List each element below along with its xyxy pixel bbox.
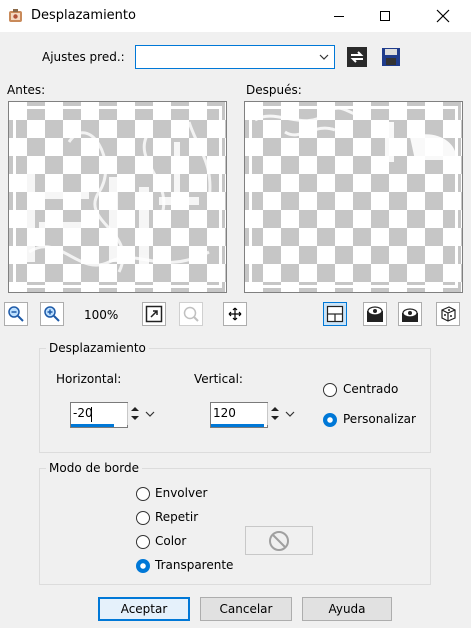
- fit-window-button[interactable]: [142, 302, 166, 326]
- vertical-spinner[interactable]: [267, 403, 282, 425]
- repeat-radio[interactable]: [136, 511, 150, 525]
- vertical-label: Vertical:: [194, 372, 243, 386]
- after-preview[interactable]: [244, 101, 463, 293]
- custom-radio[interactable]: [323, 413, 337, 427]
- app-icon: [8, 8, 24, 24]
- help-button[interactable]: Ayuda: [302, 597, 392, 621]
- vertical-dropdown-button[interactable]: [282, 403, 298, 425]
- chevron-down-icon: [316, 48, 332, 66]
- maximize-icon: [380, 11, 390, 21]
- auto-proof-button[interactable]: [398, 302, 422, 326]
- color-radio[interactable]: [136, 535, 150, 549]
- pan-button[interactable]: [223, 302, 247, 326]
- zoom-out-button[interactable]: [4, 302, 28, 326]
- zoom-out-icon: [8, 306, 24, 322]
- wrap-label[interactable]: Envolver: [155, 486, 207, 500]
- before-label: Antes:: [7, 83, 46, 97]
- before-preview[interactable]: [8, 101, 227, 293]
- vertical-value: 120: [213, 406, 236, 420]
- offset-group-title: Desplazamiento: [46, 341, 149, 355]
- color-swatch[interactable]: [245, 526, 313, 555]
- horizontal-value: -20: [73, 406, 93, 420]
- edge-mode-group: [39, 468, 431, 585]
- vertical-field[interactable]: 120: [210, 402, 268, 428]
- zoom-to-100-button[interactable]: [179, 302, 203, 326]
- horizontal-dropdown-button[interactable]: [142, 403, 158, 425]
- save-icon: [382, 48, 400, 66]
- color-label[interactable]: Color: [155, 534, 186, 548]
- transparent-radio[interactable]: [136, 559, 150, 573]
- chevron-down-icon: [285, 411, 295, 417]
- edge-mode-group-title: Modo de borde: [46, 461, 142, 475]
- window-title: Desplazamiento: [31, 8, 136, 23]
- horizontal-value-bar: [71, 424, 114, 427]
- presets-label: Ajustes pred.:: [42, 50, 125, 64]
- zoom-level: 100%: [84, 308, 119, 322]
- zoom-disabled-icon: [183, 306, 199, 322]
- minimize-icon: [334, 16, 344, 17]
- reset-presets-button[interactable]: [346, 46, 368, 68]
- zoom-in-icon: [44, 306, 60, 322]
- maximize-button[interactable]: [362, 0, 408, 32]
- spin-updown-icon: [131, 407, 139, 420]
- reset-arrows-icon: [347, 47, 367, 67]
- minimize-button[interactable]: [316, 0, 362, 32]
- centered-radio[interactable]: [323, 383, 337, 397]
- eye-icon: [402, 308, 418, 322]
- toggle-preview-layout-button[interactable]: [323, 302, 347, 326]
- fit-window-icon: [145, 305, 163, 323]
- move-arrows-icon: [228, 307, 242, 321]
- ok-button[interactable]: Aceptar: [98, 597, 190, 621]
- after-preview-frame: [249, 106, 458, 288]
- close-icon: [436, 9, 450, 23]
- before-preview-frame: [13, 106, 222, 288]
- spin-updown-icon: [271, 407, 279, 420]
- after-label: Después:: [246, 83, 302, 97]
- randomize-button[interactable]: [436, 302, 460, 326]
- wrap-radio[interactable]: [136, 487, 150, 501]
- eye-on-image-icon: [367, 306, 383, 322]
- zoom-in-button[interactable]: [40, 302, 64, 326]
- split-view-icon: [326, 305, 344, 323]
- horizontal-field[interactable]: -20: [70, 402, 128, 428]
- horizontal-spinner[interactable]: [127, 403, 142, 425]
- no-color-icon: [269, 530, 289, 551]
- close-button[interactable]: [420, 0, 466, 32]
- centered-label[interactable]: Centrado: [343, 382, 398, 396]
- vertical-value-bar: [211, 424, 264, 427]
- chevron-down-icon: [145, 411, 155, 417]
- preview-on-image-button[interactable]: [363, 302, 387, 326]
- horizontal-label: Horizontal:: [56, 372, 122, 386]
- save-preset-button[interactable]: [380, 46, 402, 68]
- dice-icon: [441, 306, 456, 322]
- text-cursor: [91, 407, 92, 422]
- presets-dropdown[interactable]: [135, 45, 335, 69]
- cancel-button[interactable]: Cancelar: [200, 597, 292, 621]
- repeat-label[interactable]: Repetir: [155, 510, 198, 524]
- offset-group: [39, 348, 431, 453]
- custom-label[interactable]: Personalizar: [343, 412, 416, 426]
- transparent-label[interactable]: Transparente: [155, 558, 233, 572]
